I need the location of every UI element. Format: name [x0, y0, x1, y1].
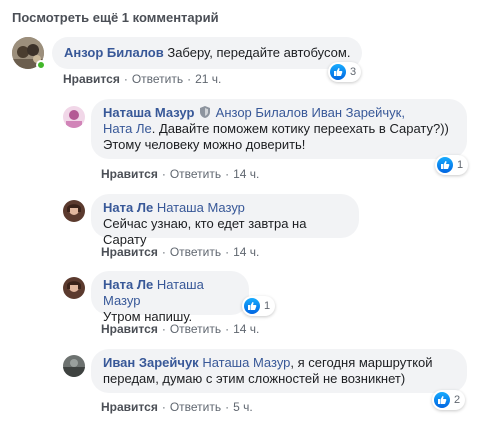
comment-actions: Нравится · Ответить · 5 ч. — [101, 400, 253, 414]
comment-text: Этому человеку можно доверить! — [103, 137, 306, 152]
avatar[interactable] — [63, 106, 85, 128]
mention[interactable]: Наташа Мазур — [157, 200, 245, 215]
avatar-image — [63, 277, 85, 299]
like-link[interactable]: Нравится — [101, 400, 158, 414]
comment-text: , я сегодня маршруткой — [290, 355, 433, 370]
like-link[interactable]: Нравится — [101, 167, 158, 181]
avatar[interactable] — [63, 355, 85, 377]
comment-actions: Нравится · Ответить · 14 ч. — [101, 167, 260, 181]
reaction-count[interactable]: 3 — [328, 62, 362, 82]
mention[interactable]: Наташа Мазур — [202, 355, 290, 370]
avatar[interactable] — [63, 277, 85, 299]
avatar[interactable] — [63, 200, 85, 222]
like-icon — [434, 392, 450, 408]
shield-icon — [200, 106, 211, 118]
reaction-number: 3 — [350, 66, 357, 78]
comment-bubble: Наташа Мазур Анзор Билалов Иван Зарейчук… — [91, 99, 467, 159]
reply-link[interactable]: Ответить — [170, 167, 221, 181]
avatar-image — [63, 200, 85, 222]
like-icon — [437, 157, 453, 173]
comment-actions: Нравится · Ответить · 21 ч. — [63, 72, 222, 86]
online-status-dot — [36, 60, 46, 70]
comment-bubble: Ната Ле Наташа Мазур Сейчас узнаю, кто е… — [91, 194, 359, 247]
reaction-number: 1 — [457, 159, 464, 171]
comment-author[interactable]: Наташа Мазур — [103, 105, 194, 120]
reaction-count[interactable]: 2 — [432, 390, 466, 410]
comment-author[interactable]: Анзор Билалов — [64, 45, 164, 60]
view-more-comments-link[interactable]: Посмотреть ещё 1 комментарий — [12, 10, 219, 25]
comment-author[interactable]: Ната Ле — [103, 277, 153, 292]
comment-actions: Нравится · Ответить · 14 ч. — [101, 245, 260, 259]
timestamp[interactable]: 5 ч. — [233, 400, 253, 414]
reaction-number: 2 — [454, 394, 461, 406]
like-link[interactable]: Нравится — [101, 322, 158, 336]
mention[interactable]: Ната Ле — [103, 121, 152, 136]
comment-text: . Давайте поможем котику переехать в Сар… — [151, 121, 449, 136]
avatar-image — [63, 106, 85, 128]
like-icon — [244, 298, 260, 314]
reaction-count[interactable]: 1 — [435, 155, 469, 175]
comment-text: передам, думаю с этим сложностей не возн… — [103, 371, 406, 386]
comment-bubble: Анзор Билалов Заберу, передайте автобусо… — [52, 37, 363, 69]
timestamp[interactable]: 21 ч. — [195, 72, 221, 86]
reply-link[interactable]: Ответить — [170, 400, 221, 414]
timestamp[interactable]: 14 ч. — [233, 245, 259, 259]
comment-bubble: Иван Зарейчук Наташа Мазур, я сегодня ма… — [91, 349, 467, 393]
reply-link[interactable]: Ответить — [132, 72, 183, 86]
comment-text: Заберу, передайте автобусом. — [167, 45, 351, 60]
reaction-count[interactable]: 1 — [242, 296, 276, 316]
reaction-number: 1 — [264, 300, 271, 312]
timestamp[interactable]: 14 ч. — [233, 167, 259, 181]
reply-link[interactable]: Ответить — [170, 322, 221, 336]
comment-actions: Нравится · Ответить · 14 ч. — [101, 322, 260, 336]
like-link[interactable]: Нравится — [63, 72, 120, 86]
comment-text: Сейчас узнаю, кто едет завтра на Сарату — [103, 216, 307, 247]
reply-link[interactable]: Ответить — [170, 245, 221, 259]
avatar-image — [63, 355, 85, 377]
timestamp[interactable]: 14 ч. — [233, 322, 259, 336]
like-icon — [330, 64, 346, 80]
like-link[interactable]: Нравится — [101, 245, 158, 259]
comment-bubble: Ната Ле Наташа Мазур Утром напишу. — [91, 271, 249, 324]
comment-author[interactable]: Ната Ле — [103, 200, 153, 215]
mention[interactable]: Анзор Билалов Иван Зарейчук, — [216, 105, 405, 120]
comment-author[interactable]: Иван Зарейчук — [103, 355, 199, 370]
